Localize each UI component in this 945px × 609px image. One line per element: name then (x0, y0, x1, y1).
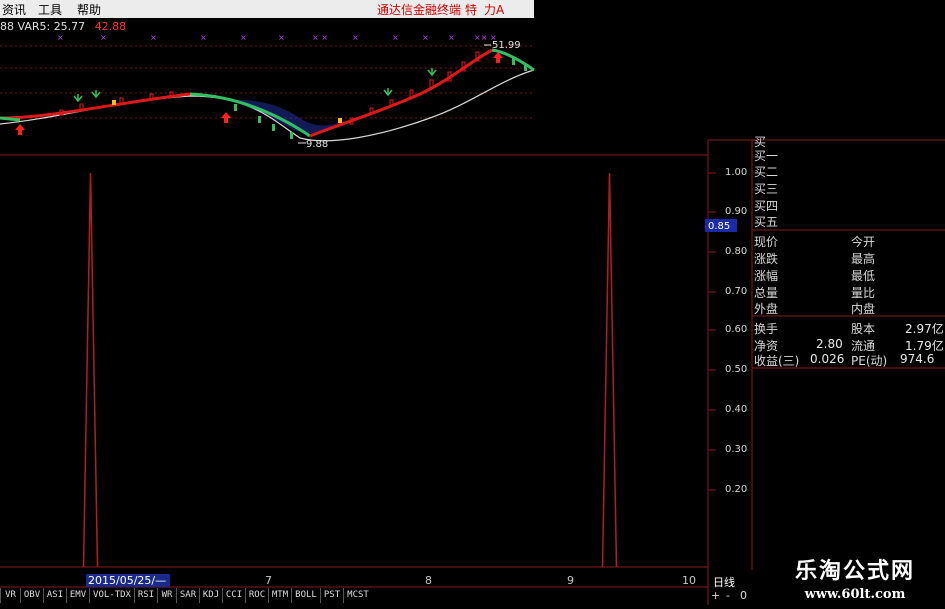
y-label: 0.30 (725, 444, 748, 455)
order-label: 买二 (754, 165, 779, 179)
low-price-label: 9.88 (306, 139, 328, 150)
tab-sar[interactable]: SAR (176, 588, 199, 603)
y-label: 0.80 (725, 246, 748, 257)
sell-arrows (73, 68, 437, 103)
x-tick: 9 (567, 574, 574, 587)
signal-spike (82, 172, 99, 568)
quote-label: 总量 (754, 286, 779, 300)
ma-green-start (0, 116, 21, 122)
tab-kdj[interactable]: KDJ (199, 588, 222, 603)
svg-text:×: × (100, 33, 107, 42)
quote-label: 今开 (851, 235, 876, 249)
tab-obv[interactable]: OBV (20, 588, 43, 603)
svg-text:×: × (278, 33, 285, 42)
tab-mtm[interactable]: MTM (268, 588, 291, 603)
quote-value: 974.6 (900, 352, 935, 366)
ma-red-line (0, 92, 191, 120)
order-label: 买四 (754, 199, 779, 213)
high-price-label: 51.99 (492, 40, 521, 51)
quote-label: 外盘 (754, 302, 779, 316)
zoom-in-button[interactable]: + (711, 589, 720, 602)
y-label: 0.20 (725, 484, 748, 495)
watermark-url: www.60lt.com (804, 587, 906, 602)
zoom-out-button[interactable]: - (726, 589, 730, 602)
quote-label: 收益(三) (754, 354, 800, 368)
svg-text:×: × (422, 33, 429, 42)
tab-vr[interactable]: VR (0, 588, 20, 603)
signal-spike (601, 172, 618, 568)
quote-label: 内盘 (851, 302, 876, 316)
order-label: 买一 (754, 149, 779, 163)
quote-label: PE(动) (851, 354, 888, 368)
y-label: 0.50 (725, 364, 748, 375)
tab-pst[interactable]: PST (320, 588, 343, 603)
quote-label: 涨幅 (754, 269, 779, 283)
x-tick: 7 (265, 574, 272, 587)
quote-label: 量比 (851, 286, 876, 300)
watermark: 乐淘公式网 www.60lt.com (765, 553, 945, 602)
y-label: 0.70 (725, 286, 748, 297)
quote-label: 股本 (851, 322, 876, 336)
tab-mcst[interactable]: MCST (343, 588, 372, 603)
quote-label: 换手 (754, 322, 779, 336)
quote-label: 现价 (754, 235, 779, 249)
quote-value: 0.026 (810, 352, 845, 366)
tab-cci[interactable]: CCI (222, 588, 245, 603)
tab-boll[interactable]: BOLL (291, 588, 320, 603)
quote-value: 2.97亿 (905, 322, 944, 336)
x-tick: 10 (682, 574, 696, 587)
cursor-date: 2015/05/25/— (86, 574, 170, 587)
reset-button[interactable]: 0 (740, 589, 747, 602)
signal-series (82, 172, 618, 568)
x-tick: 8 (425, 574, 432, 587)
y-label: 0.60 (725, 324, 748, 335)
y-label: 0.90 (725, 206, 748, 217)
quote-value: 2.80 (816, 337, 843, 351)
svg-text:× ×: × × (312, 33, 328, 42)
watermark-name: 乐淘公式网 (794, 559, 915, 584)
chart-canvas: × × × × × × × × × × × × ×× × 9.88 51.99 … (0, 33, 945, 605)
tab-rsi[interactable]: RSI (134, 588, 157, 603)
quote-label: 涨跌 (754, 252, 779, 266)
svg-text:×: × (150, 33, 157, 42)
svg-text:×: × (352, 33, 359, 42)
marker-row: × × × × × × × × × × × × ×× × (57, 33, 497, 42)
svg-text:×: × (448, 33, 455, 42)
svg-text:×: × (240, 33, 247, 42)
y-label: 0.40 (725, 404, 748, 415)
indicator-tabs: VR OBV ASI EMV VOL-TDX RSI WR SAR KDJ CC… (0, 588, 372, 604)
order-label: 买三 (754, 182, 779, 196)
period-button[interactable]: 日线 (713, 574, 735, 590)
quote-label: 最低 (851, 269, 876, 283)
svg-text:×: × (200, 33, 207, 42)
current-value: 0.85 (708, 221, 730, 232)
order-label: 买五 (754, 215, 779, 229)
tab-wr[interactable]: WR (157, 588, 176, 603)
tab-vol-tdx[interactable]: VOL-TDX (89, 588, 134, 603)
svg-text:×: × (392, 33, 399, 42)
tab-asi[interactable]: ASI (43, 588, 66, 603)
svg-text:×: × (57, 33, 64, 42)
tab-emv[interactable]: EMV (66, 588, 89, 603)
green-down-candles (234, 58, 527, 139)
tab-roc[interactable]: ROC (245, 588, 268, 603)
quote-label: 最高 (851, 252, 876, 266)
y-label: 1.00 (725, 167, 748, 178)
